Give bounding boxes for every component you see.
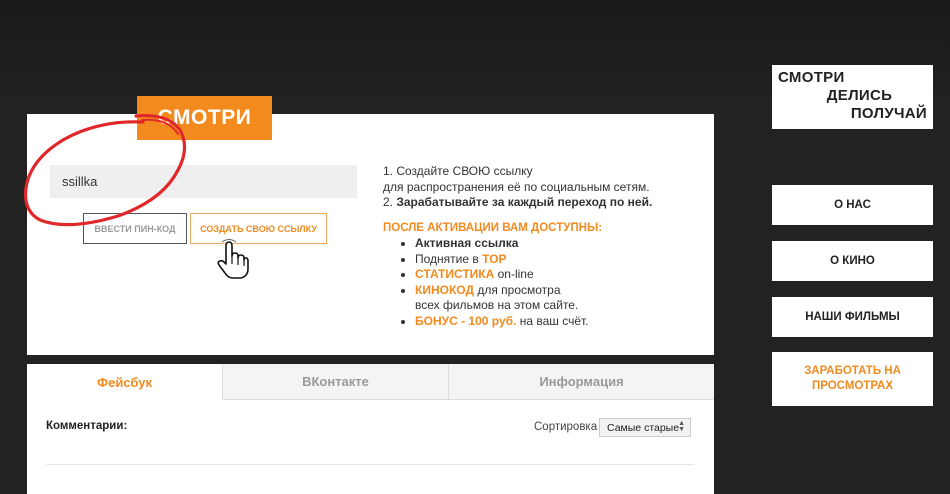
enter-pin-button[interactable]: ВВЕСТИ ПИН-КОД (83, 213, 187, 244)
benefit-bonus-text: на ваш счёт. (516, 313, 589, 328)
social-tabs: Фейсбук ВКонтакте Информация (27, 364, 714, 400)
instructions: 1. Создайте СВОЮ ссылку для распростране… (383, 164, 703, 329)
comments-divider (46, 464, 694, 465)
sort-select[interactable]: Самые старые ▲ ▼ (599, 418, 691, 437)
create-link-button[interactable]: СОЗДАТЬ СВОЮ ССЫЛКУ (190, 213, 327, 244)
benefit-kinokod-highlight: КИНОКОД (415, 282, 474, 297)
step2-line: 2. Зарабатывайте за каждый переход по не… (383, 195, 703, 211)
benefit-stats-text: on-line (494, 267, 534, 281)
benefits-list: Активная ссылка Поднятие в TOP СТАТИСТИК… (383, 236, 703, 298)
comments-label: Комментарии: (46, 420, 128, 432)
benefit-top: Поднятие в TOP (415, 252, 703, 268)
hand-pointer-icon (217, 239, 249, 279)
after-activation-header: ПОСЛЕ АКТИВАЦИИ ВАМ ДОСТУПНЫ: (383, 221, 603, 234)
benefit-stats-highlight: СТАТИСТИКА (415, 267, 495, 281)
nav-earn-on-views[interactable]: ЗАРАБОТАТЬ НА ПРОСМОТРАХ (772, 352, 933, 406)
nav-about-cinema[interactable]: О КИНО (772, 241, 933, 281)
link-input[interactable] (50, 165, 357, 198)
logo-line-1: СМОТРИ (778, 69, 845, 86)
benefit-bonus: БОНУС - 100 руб. на ваш счёт. (415, 314, 703, 330)
benefits-list-bonus: БОНУС - 100 руб. на ваш счёт. (383, 314, 703, 330)
benefit-kinokod-cont: всех фильмов на этом сайте. (415, 298, 579, 312)
benefit-bonus-highlight: БОНУС - 100 руб. (415, 313, 517, 328)
comments-card: Фейсбук ВКонтакте Информация Комментарии… (27, 364, 714, 494)
benefit-kinokod: КИНОКОД для просмотра (415, 283, 703, 299)
tab-facebook[interactable]: Фейсбук (27, 364, 222, 400)
step2-text: Зарабатывайте за каждый переход по ней. (396, 195, 653, 209)
tab-information[interactable]: Информация (448, 364, 714, 400)
nav-about-us[interactable]: О НАС (772, 185, 933, 225)
sort-label: Сортировка (534, 421, 598, 433)
tab-vkontakte[interactable]: ВКонтакте (222, 364, 448, 400)
logo-line-3: ПОЛУЧАЙ (850, 105, 927, 122)
slogan-logo: СМОТРИ ДЕЛИСЬ ПОЛУЧАЙ (772, 65, 933, 129)
benefit-active-link: Активная ссылка (415, 236, 703, 252)
step1-line-a: 1. Создайте СВОЮ ссылку (383, 164, 533, 178)
benefit-top-text: Поднятие в (415, 251, 483, 266)
nav-our-films[interactable]: НАШИ ФИЛЬМЫ (772, 297, 933, 337)
sort-arrows-icon: ▲ ▼ (678, 420, 685, 433)
logo-line-2: ДЕЛИСЬ (826, 87, 893, 104)
benefits-list-cont: всех фильмов на этом сайте. (383, 298, 703, 314)
sort-select-value: Самые старые (607, 421, 680, 434)
benefit-stats: СТАТИСТИКА on-line (415, 267, 703, 283)
step2-number: 2. (383, 195, 397, 209)
benefit-top-highlight: TOP (482, 251, 507, 266)
smotri-badge: СМОТРИ (137, 96, 272, 140)
benefit-kinokod-text: для просмотра (474, 282, 561, 297)
step1-line-b: для распространения её по социальным сет… (383, 179, 650, 194)
